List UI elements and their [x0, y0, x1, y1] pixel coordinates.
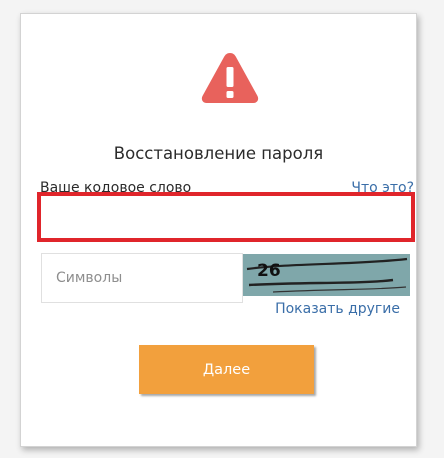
warning-triangle-icon	[201, 53, 259, 103]
codeword-input[interactable]	[37, 192, 415, 242]
captcha-text: 26	[257, 261, 281, 281]
dialog-title: Восстановление пароля	[113, 144, 324, 163]
password-recovery-dialog: Восстановление пароля Ваше кодовое слово…	[20, 13, 417, 447]
captcha-image: 26	[243, 254, 410, 296]
next-button[interactable]: Далее	[139, 345, 314, 394]
captcha-input[interactable]	[41, 253, 243, 303]
show-other-captcha-link[interactable]: Показать другие	[275, 301, 400, 317]
screen: Восстановление пароля Ваше кодовое слово…	[0, 0, 444, 458]
